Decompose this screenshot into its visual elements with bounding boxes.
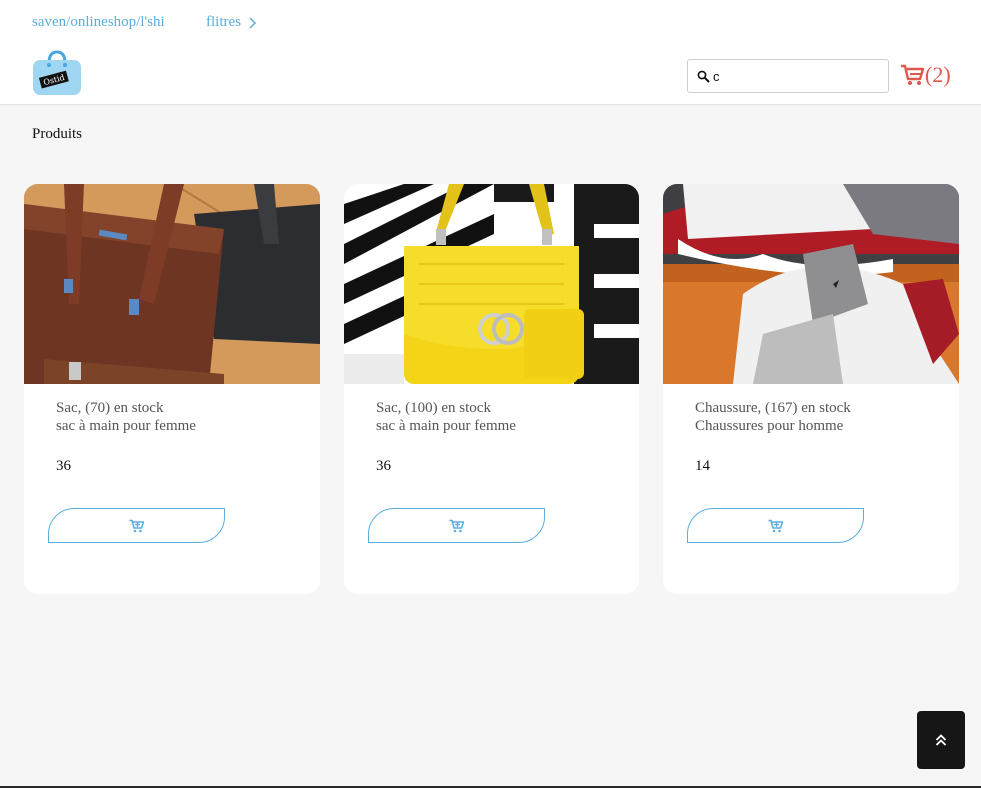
double-chevron-up-icon (935, 734, 947, 746)
product-title: Chaussure, (167) en stock (695, 400, 851, 416)
filters-label: flitres (206, 14, 241, 30)
search-icon (697, 70, 710, 83)
add-to-cart-icon (449, 519, 464, 532)
scroll-to-top-button[interactable] (917, 711, 965, 769)
product-price: 36 (376, 458, 391, 474)
product-description: Chaussures pour homme (695, 418, 844, 434)
product-price: 36 (56, 458, 71, 474)
top-header: saven/onlineshop/l'shi flitres Ostid c (… (0, 0, 981, 105)
product-image[interactable] (344, 184, 639, 384)
add-to-cart-button[interactable] (368, 508, 545, 543)
add-to-cart-icon (129, 519, 144, 532)
cart-count: (2) (925, 62, 951, 87)
product-card: Chaussure, (167) en stock Chaussures pou… (663, 184, 959, 594)
product-card: Sac, (100) en stock sac à main pour femm… (344, 184, 639, 594)
product-description: sac à main pour femme (56, 418, 196, 434)
cart-button[interactable]: (2) (900, 62, 951, 88)
add-to-cart-icon (768, 519, 783, 532)
product-image[interactable] (24, 184, 320, 384)
product-description: sac à main pour femme (376, 418, 516, 434)
product-price: 14 (695, 458, 710, 474)
product-card: Sac, (70) en stock sac à main pour femme… (24, 184, 320, 594)
filters-link[interactable]: flitres (206, 14, 257, 31)
shop-logo[interactable]: Ostid (32, 50, 82, 96)
add-to-cart-button[interactable] (48, 508, 225, 543)
section-title: Produits (32, 126, 83, 142)
chevron-right-icon (249, 16, 257, 29)
shopping-bag-logo: Ostid (33, 50, 81, 95)
product-title: Sac, (100) en stock (376, 400, 491, 416)
breadcrumb-path-link[interactable]: saven/onlineshop/l'shi (32, 14, 165, 31)
search-box[interactable] (687, 59, 889, 93)
search-input[interactable] (713, 68, 883, 84)
product-title: Sac, (70) en stock (56, 400, 164, 416)
cart-icon (901, 64, 924, 85)
add-to-cart-button[interactable] (687, 508, 864, 543)
product-image[interactable] (663, 184, 959, 384)
